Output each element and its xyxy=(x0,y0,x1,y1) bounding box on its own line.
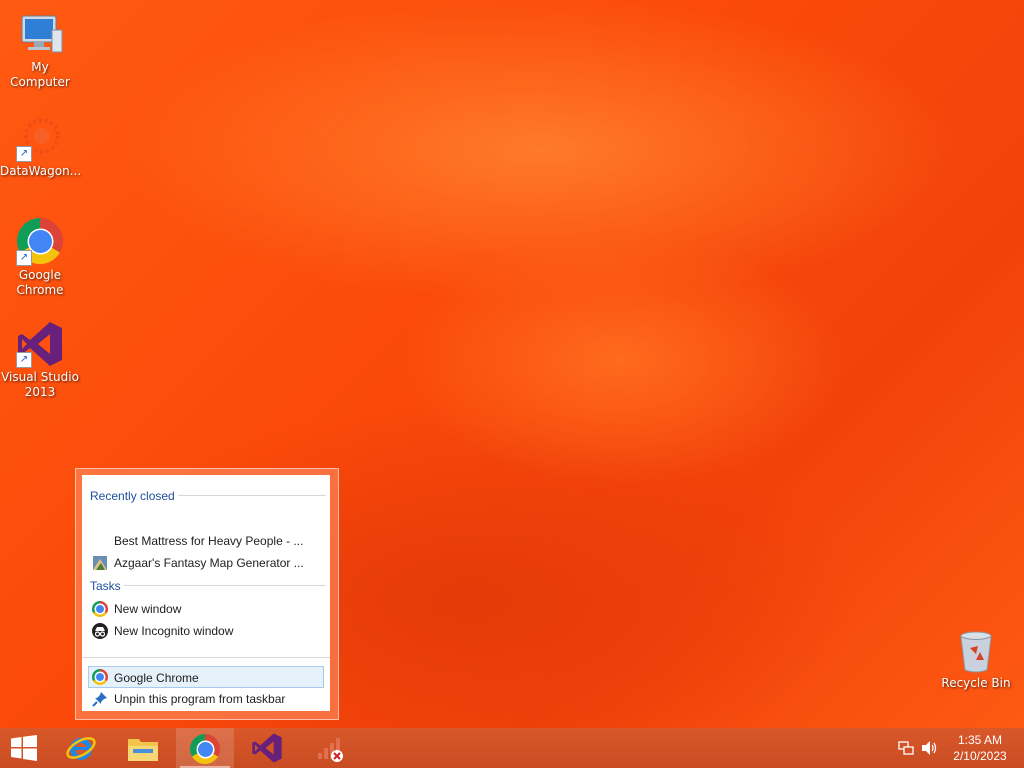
pinned-divider xyxy=(82,657,330,658)
desktop-icon-datawagon[interactable]: ↗ DataWagon... xyxy=(0,114,82,179)
recent-item-label: Best Mattress for Heavy People - ... xyxy=(114,534,304,548)
recent-item-label: Azgaar's Fantasy Map Generator ... xyxy=(114,556,304,570)
shortcut-arrow-icon: ↗ xyxy=(16,352,32,368)
desktop-icon-google-chrome[interactable]: ↗ Google Chrome xyxy=(0,218,80,298)
taskbar-google-chrome[interactable] xyxy=(176,728,234,768)
chrome-jump-list: Recently closed Best Mattress for Heavy … xyxy=(75,468,339,720)
section-divider xyxy=(124,585,326,586)
desktop-icon-recycle-bin[interactable]: Recycle Bin xyxy=(936,630,1016,691)
desktop-icon-label: Recycle Bin xyxy=(941,676,1011,690)
task-label: New Incognito window xyxy=(114,624,234,638)
blank-page-icon xyxy=(92,533,108,549)
desktop-icon-label: Visual Studio 2013 xyxy=(1,370,79,399)
chrome-icon xyxy=(92,669,108,685)
file-explorer-icon xyxy=(128,739,158,761)
map-icon xyxy=(92,555,108,571)
clock-date: 2/10/2023 xyxy=(953,749,1007,763)
desktop-icon-label: My Computer xyxy=(10,60,70,89)
section-divider xyxy=(178,495,326,496)
shortcut-arrow-icon: ↗ xyxy=(16,250,32,266)
desktop-icon-label: DataWagon... xyxy=(0,164,82,178)
taskbar-file-explorer[interactable] xyxy=(114,728,172,768)
desktop-icon-visual-studio[interactable]: ↗ Visual Studio 2013 xyxy=(0,320,80,400)
desktop-icon-my-computer[interactable]: My Computer xyxy=(0,10,80,90)
jump-list-panel: Recently closed Best Mattress for Heavy … xyxy=(82,475,330,711)
my-computer-icon xyxy=(16,10,64,58)
system-clock[interactable]: 1:35 AM 2/10/2023 xyxy=(944,733,1016,765)
taskbar-network-status[interactable] xyxy=(300,728,358,768)
start-button[interactable] xyxy=(0,728,48,768)
visual-studio-icon xyxy=(252,733,282,763)
taskbar: 1:35 AM 2/10/2023 xyxy=(0,728,1024,768)
start-icon xyxy=(11,735,37,761)
chrome-icon: ↗ xyxy=(16,218,64,266)
visual-studio-icon: ↗ xyxy=(16,320,64,368)
tasks-header: Tasks xyxy=(90,579,121,593)
desktop: My Computer ↗ DataWagon... ↗ Google Chro… xyxy=(0,0,1024,728)
task-label: New window xyxy=(114,602,182,616)
recent-item[interactable]: Azgaar's Fantasy Map Generator ... xyxy=(88,552,324,574)
internet-explorer-icon xyxy=(66,737,96,760)
shortcut-arrow-icon: ↗ xyxy=(16,146,32,162)
unpin-icon xyxy=(92,691,108,707)
taskbar-visual-studio[interactable] xyxy=(238,728,296,768)
task-new-window[interactable]: New window xyxy=(88,598,324,620)
recently-closed-header: Recently closed xyxy=(90,489,175,503)
clock-time: 1:35 AM xyxy=(957,733,1003,747)
network-tray-icon[interactable] xyxy=(898,740,914,756)
chrome-icon xyxy=(190,734,220,764)
desktop-icon-label: Google Chrome xyxy=(16,268,64,297)
datawagon-icon: ↗ xyxy=(16,114,64,162)
chrome-icon xyxy=(92,601,108,617)
network-status-icon xyxy=(318,738,343,762)
recent-item[interactable]: Best Mattress for Heavy People - ... xyxy=(88,530,324,552)
unpin-from-taskbar[interactable]: Unpin this program from taskbar xyxy=(88,688,324,710)
pinned-label: Unpin this program from taskbar xyxy=(114,692,286,706)
task-new-incognito-window[interactable]: New Incognito window xyxy=(88,620,324,642)
volume-icon[interactable] xyxy=(921,740,939,756)
pinned-google-chrome[interactable]: Google Chrome xyxy=(88,666,324,688)
incognito-icon xyxy=(92,623,108,639)
taskbar-internet-explorer[interactable] xyxy=(52,728,110,768)
pinned-label: Google Chrome xyxy=(114,671,199,685)
recycle-bin-icon xyxy=(952,630,1000,674)
